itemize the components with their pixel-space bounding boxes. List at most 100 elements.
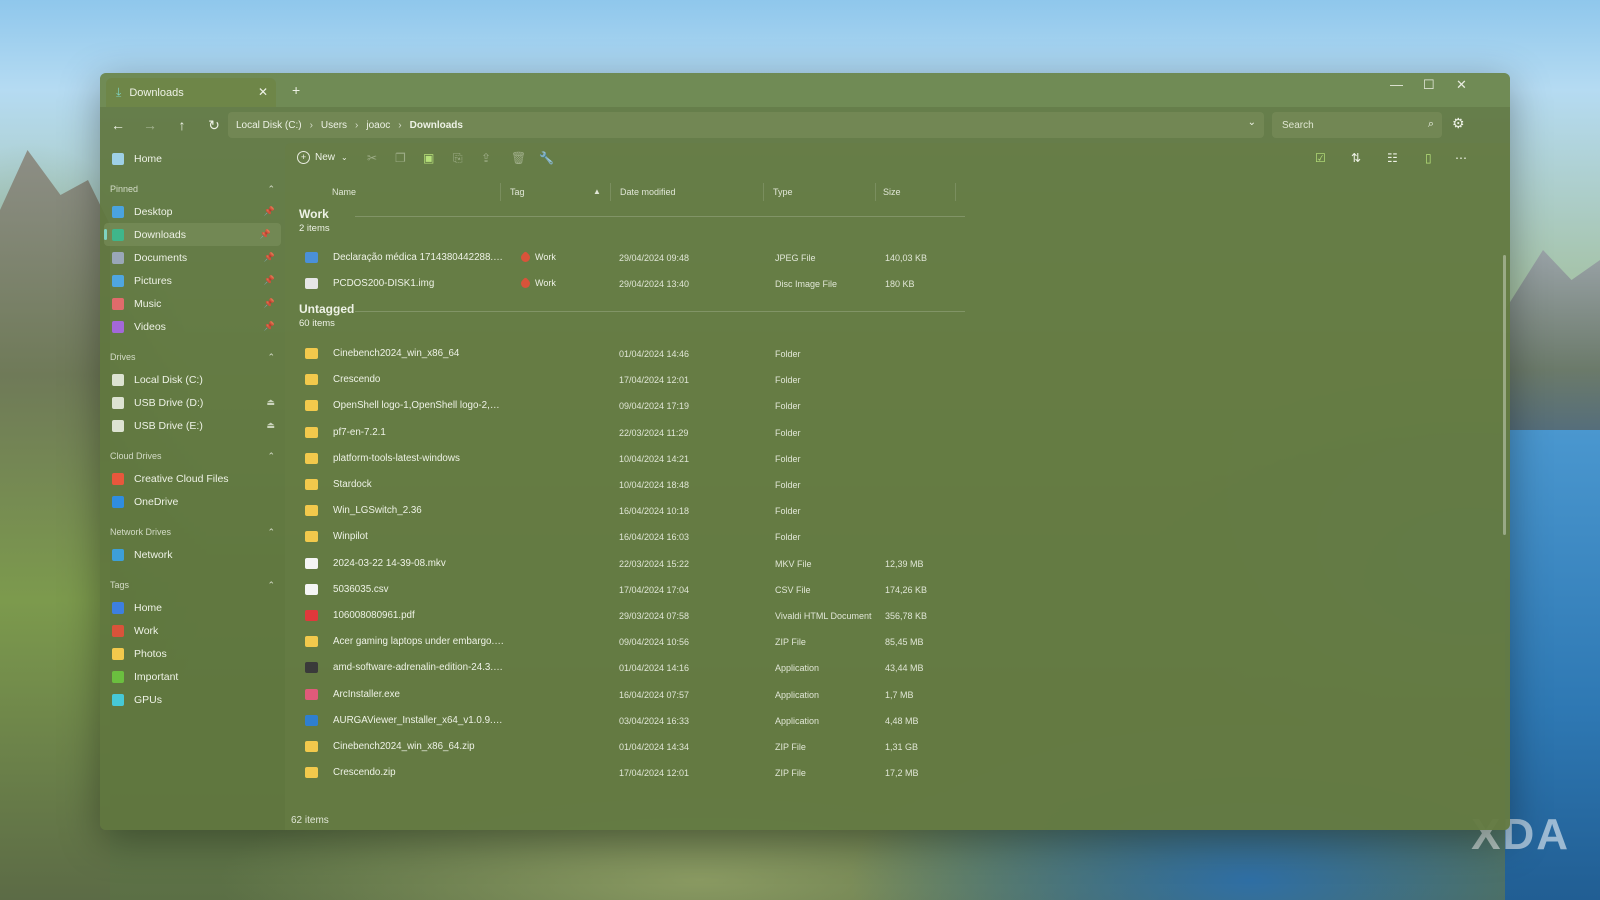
file-row[interactable]: 106008080961.pdf 29/03/2024 07:58 Vivaldi … (295, 603, 935, 629)
pin-icon[interactable]: 📌 (260, 229, 271, 240)
search-box[interactable]: ⌕ (1272, 112, 1442, 138)
file-row[interactable]: Cinebench2024_win_x86_64.zip 01/04/2024 1… (295, 734, 935, 760)
breadcrumb-local-disk[interactable]: Local Disk (C:) (236, 120, 302, 131)
file-row[interactable]: Declaração médica 1714380442288.jpg 29/04… (295, 245, 935, 271)
sidebar-item-tags[interactable]: Important (100, 665, 285, 688)
sidebar-item-tags[interactable]: Photos (100, 642, 285, 665)
column-date-modified[interactable]: Date modified (620, 187, 676, 197)
sidebar-item-drives[interactable]: USB Drive (D:) ⏏ (100, 391, 285, 414)
column-size[interactable]: Size (883, 187, 901, 197)
sidebar-item-tags[interactable]: GPUs (100, 688, 285, 711)
sidebar-item-home[interactable]: Home (100, 147, 285, 170)
chevron-up-icon[interactable]: ⌃ (267, 184, 275, 195)
breadcrumb-joaoc[interactable]: joaoc (366, 120, 390, 131)
column-tag[interactable]: Tag (510, 187, 525, 197)
column-name[interactable]: Name (332, 187, 356, 197)
chevron-up-icon[interactable]: ⌃ (267, 451, 275, 462)
pin-icon[interactable]: 📌 (264, 206, 275, 217)
properties-icon[interactable]: 🔧 (539, 151, 554, 165)
tab-close-icon[interactable]: ✕ (258, 85, 268, 99)
cut-icon[interactable]: ✂ (367, 151, 377, 165)
sidebar-section-cloud[interactable]: Cloud Drives ⌃ (100, 445, 285, 467)
forward-arrow-icon[interactable]: → (136, 117, 164, 133)
sort-icon[interactable]: ⇅ (1351, 151, 1361, 165)
sidebar-item-drives[interactable]: USB Drive (E:) ⏏ (100, 414, 285, 437)
sidebar-section-drives[interactable]: Drives ⌃ (100, 346, 285, 368)
breadcrumb[interactable]: Local Disk (C:) › Users › joaoc › Downlo… (228, 112, 1264, 138)
sidebar-item-tags[interactable]: Work (100, 619, 285, 642)
chevron-up-icon[interactable]: ⌃ (267, 580, 275, 591)
file-row[interactable]: Winpilot 16/04/2024 16:03 Folder (295, 524, 935, 550)
file-row[interactable]: platform-tools-latest-windows 10/04/2024 … (295, 446, 935, 472)
rename-icon[interactable]: ⎘ (453, 151, 463, 166)
file-row[interactable]: Win_LGSwitch_2.36 16/04/2024 10:18 Folder (295, 498, 935, 524)
pin-icon[interactable]: 📌 (264, 275, 275, 286)
delete-icon[interactable]: 🗑 (511, 151, 526, 165)
sidebar-section-tags[interactable]: Tags ⌃ (100, 574, 285, 596)
file-row[interactable]: amd-software-adrenalin-edition-24.3.1.ex… (295, 655, 935, 681)
file-row[interactable]: Crescendo.zip 17/04/2024 12:01 ZIP File 17,… (295, 760, 935, 786)
more-options-icon[interactable]: ⋯ (1455, 151, 1467, 165)
file-row[interactable]: PCDOS200-DISK1.img 29/04/2024 13:40 Disc I… (295, 271, 935, 297)
copy-icon[interactable]: ❐ (395, 151, 406, 165)
pin-icon[interactable]: 📌 (264, 298, 275, 309)
file-row[interactable]: 5036035.csv 17/04/2024 17:04 CSV File 174,2… (295, 577, 935, 603)
sidebar-item-cloud[interactable]: OneDrive (100, 490, 285, 513)
sidebar-item-drives[interactable]: Local Disk (C:) (100, 368, 285, 391)
sidebar-item-pinned[interactable]: Pictures 📌 (100, 269, 285, 292)
pin-icon[interactable]: 📌 (264, 321, 275, 332)
select-icon[interactable]: ☑ (1315, 151, 1326, 165)
file-row[interactable]: ArcInstaller.exe 16/04/2024 07:57 Applicat… (295, 682, 935, 708)
maximize-button[interactable]: ☐ (1423, 77, 1435, 93)
search-icon[interactable]: ⌕ (1428, 118, 1434, 131)
chevron-down-icon[interactable]: ⌄ (1248, 117, 1256, 128)
share-icon[interactable]: ⇪ (481, 151, 491, 165)
chevron-up-icon[interactable]: ⌃ (267, 352, 275, 363)
file-row[interactable]: 2024-03-22 14-39-08.mkv 22/03/2024 15:22 M… (295, 551, 935, 577)
refresh-icon[interactable]: ↻ (200, 117, 228, 134)
sidebar-item-pinned[interactable]: Downloads 📌 (104, 223, 281, 246)
paste-icon[interactable]: ▣ (423, 151, 434, 165)
file-type: CSV File (775, 584, 811, 595)
pin-icon[interactable]: 📌 (264, 252, 275, 263)
tab-downloads[interactable]: ⤓ Downloads ✕ (106, 78, 276, 107)
sidebar-item-pinned[interactable]: Documents 📌 (100, 246, 285, 269)
breadcrumb-users[interactable]: Users (321, 120, 347, 131)
new-tab-button[interactable]: + (292, 82, 300, 98)
section-title: Network Drives (110, 527, 172, 537)
file-row[interactable]: Cinebench2024_win_x86_64 01/04/2024 14:46… (295, 341, 935, 367)
vertical-scrollbar[interactable] (1503, 255, 1506, 535)
new-button[interactable]: + New ⌄ (297, 151, 348, 164)
chevron-up-icon[interactable]: ⌃ (267, 527, 275, 538)
sidebar-item-network[interactable]: Network (100, 543, 285, 566)
file-row[interactable]: pf7-en-7.2.1 22/03/2024 11:29 Folder (295, 420, 935, 446)
sidebar-item-cloud[interactable]: Creative Cloud Files (100, 467, 285, 490)
file-row[interactable]: AURGAViewer_Installer_x64_v1.0.9.0.exe 03… (295, 708, 935, 734)
sidebar-section-pinned[interactable]: Pinned ⌃ (100, 178, 285, 200)
sidebar-item-pinned[interactable]: Music 📌 (100, 292, 285, 315)
sidebar-item-label: USB Drive (E:) (134, 419, 203, 432)
sidebar-section-network[interactable]: Network Drives ⌃ (100, 521, 285, 543)
sidebar-item-tags[interactable]: Home (100, 596, 285, 619)
search-input[interactable] (1280, 118, 1414, 132)
sidebar-item-pinned[interactable]: Videos 📌 (100, 315, 285, 338)
eject-icon[interactable]: ⏏ (266, 420, 275, 431)
back-arrow-icon[interactable]: ← (104, 117, 132, 133)
file-row[interactable]: Acer gaming laptops under embargo.zip 09/… (295, 629, 935, 655)
file-row[interactable]: Stardock 10/04/2024 18:48 Folder (295, 472, 935, 498)
gear-icon[interactable]: ⚙ (1452, 115, 1465, 132)
file-date: 09/04/2024 10:56 (619, 637, 690, 648)
minimize-button[interactable]: — (1390, 77, 1403, 92)
sidebar-item-pinned[interactable]: Desktop 📌 (100, 200, 285, 223)
preview-pane-icon[interactable]: ▯ (1425, 151, 1432, 165)
sidebar-item-label: Network (134, 548, 173, 561)
up-arrow-icon[interactable]: ↑ (168, 117, 196, 133)
file-row[interactable]: Crescendo 17/04/2024 12:01 Folder (295, 367, 935, 393)
file-size: 174,26 KB (885, 584, 928, 595)
close-button[interactable]: ✕ (1456, 77, 1467, 93)
column-type[interactable]: Type (773, 187, 793, 197)
eject-icon[interactable]: ⏏ (266, 397, 275, 408)
breadcrumb-downloads[interactable]: Downloads (410, 120, 463, 131)
file-row[interactable]: OpenShell logo-1,OpenShell logo-2,OpenSh… (295, 393, 935, 419)
layout-icon[interactable]: ☷ (1387, 151, 1398, 165)
